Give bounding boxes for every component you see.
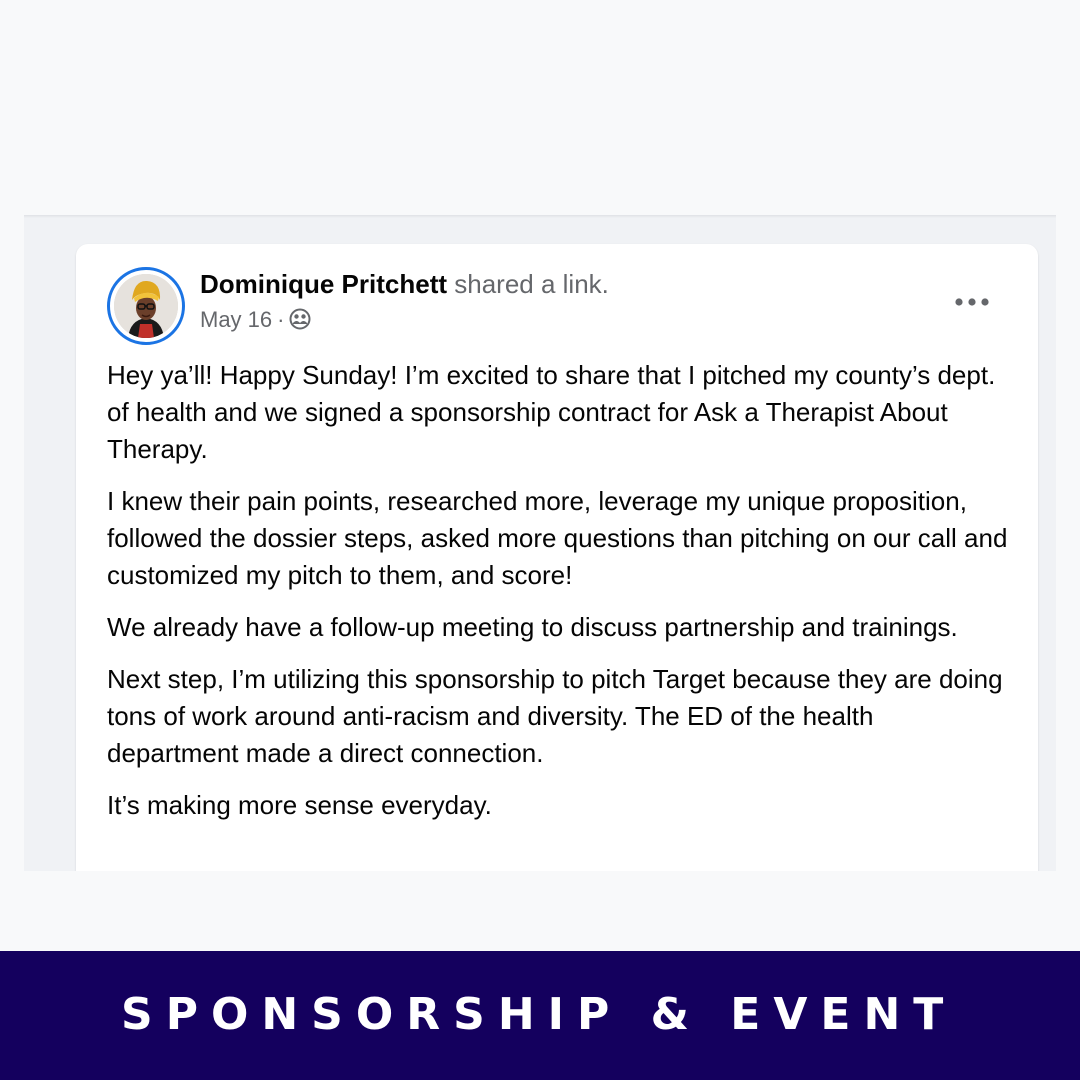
friends-icon[interactable] — [289, 308, 313, 332]
post-paragraph: Next step, I’m utilizing this sponsorshi… — [107, 664, 1003, 768]
category-banner: SPONSORSHIP & EVENT — [0, 951, 1080, 1080]
author-line: Dominique Pritchett shared a link. — [200, 266, 609, 302]
post-paragraph: I knew their pain points, researched mor… — [107, 486, 1008, 590]
author-name-link[interactable]: Dominique Pritchett — [200, 269, 447, 299]
avatar — [114, 274, 178, 338]
post-body: Hey ya’ll! Happy Sunday! I’m excited to … — [107, 357, 1012, 839]
post-card: Dominique Pritchett shared a link. May 1… — [76, 244, 1038, 871]
banner-title: SPONSORSHIP & EVENT — [121, 989, 957, 1040]
more-options-button[interactable] — [946, 280, 998, 324]
post-screenshot: Dominique Pritchett shared a link. May 1… — [24, 215, 1056, 871]
post-header: Dominique Pritchett shared a link. May 1… — [200, 266, 609, 334]
post-action-text: shared a link. — [454, 269, 609, 299]
post-paragraph: Hey ya’ll! Happy Sunday! I’m excited to … — [107, 360, 996, 464]
page: Dominique Pritchett shared a link. May 1… — [0, 0, 1080, 1080]
post-meta: May 16 · — [200, 306, 609, 334]
post-paragraph: We already have a follow-up meeting to d… — [107, 612, 958, 642]
avatar-button[interactable] — [107, 267, 185, 345]
more-options-icon — [955, 298, 989, 306]
post-date-link[interactable]: May 16 — [200, 306, 272, 334]
post-paragraph: It’s making more sense everyday. — [107, 790, 492, 820]
profile-photo-icon — [114, 274, 178, 338]
meta-separator: · — [277, 307, 285, 332]
